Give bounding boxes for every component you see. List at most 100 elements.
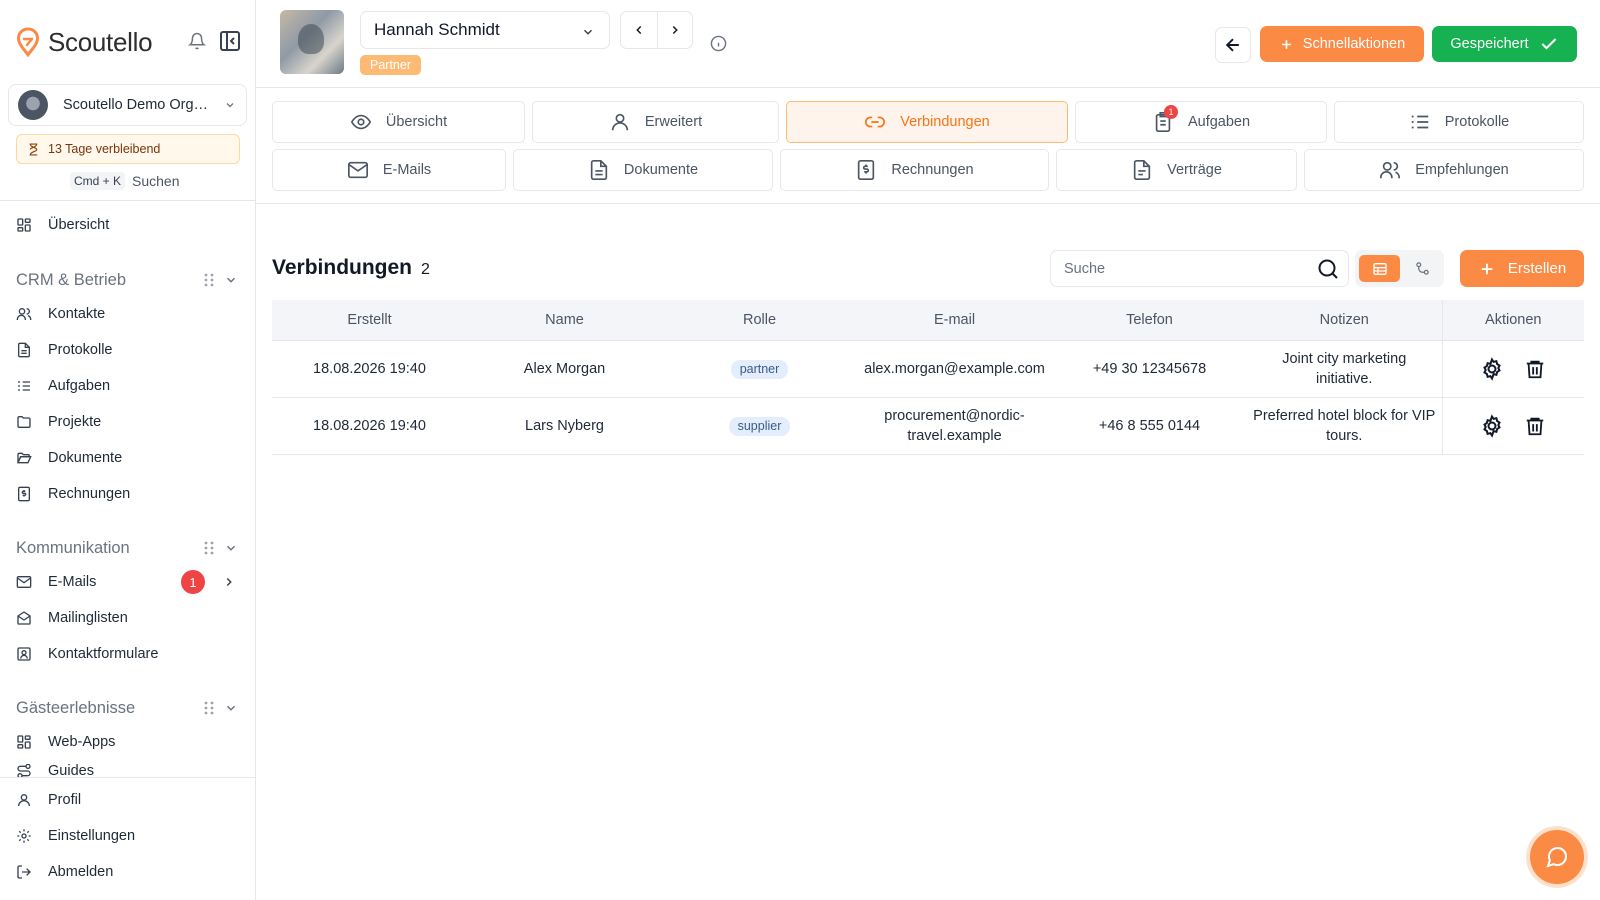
quick-actions-button[interactable]: Schnellaktionen [1260, 26, 1424, 62]
logo[interactable]: Scoutello [16, 22, 242, 62]
sidebar-item-logs[interactable]: Protokolle [16, 336, 242, 364]
trash-icon[interactable] [1524, 357, 1546, 381]
chevron-down-icon[interactable] [224, 541, 238, 555]
cell-email: procurement@nordic-travel.example [857, 397, 1052, 455]
column-header-name[interactable]: Name [467, 300, 662, 341]
tab-label: Rechnungen [891, 162, 974, 178]
back-button[interactable] [1215, 27, 1251, 63]
sidebar-item-emails[interactable]: E-Mails 1 [16, 568, 242, 596]
chevron-right-icon[interactable] [222, 575, 236, 589]
tab-emails[interactable]: E-Mails [272, 149, 506, 191]
sidebar-item-label: Profil [48, 792, 82, 808]
tab-invoices[interactable]: Rechnungen [780, 149, 1049, 191]
users-icon [1379, 159, 1401, 181]
sidebar-item-label: Kontakte [48, 306, 106, 322]
sidebar-item-documents[interactable]: Dokumente [16, 444, 242, 472]
graph-view-button[interactable] [1405, 255, 1439, 282]
column-header-created[interactable]: Erstellt [272, 300, 467, 341]
cell-notes: Preferred hotel block for VIP tours. [1247, 397, 1442, 455]
column-header-email[interactable]: E-mail [857, 300, 1052, 341]
bell-icon[interactable] [188, 32, 206, 50]
sidebar-collapse-icon[interactable] [218, 29, 242, 53]
route-icon [16, 764, 32, 777]
table-icon [1372, 261, 1388, 277]
section-communication[interactable]: Kommunikation [16, 535, 242, 561]
trial-banner[interactable]: 13 Tage verbleibend [16, 134, 240, 164]
prev-record-button[interactable] [621, 12, 657, 48]
sidebar-item-invoices[interactable]: Rechnungen [16, 480, 242, 508]
settings-icon[interactable] [1480, 413, 1504, 438]
org-switcher[interactable]: Scoutello Demo Org… [8, 84, 247, 126]
sidebar-item-settings[interactable]: Einstellungen [16, 822, 242, 850]
sidebar-item-projects[interactable]: Projekte [16, 408, 242, 436]
contact-card-icon [16, 646, 32, 662]
info-icon[interactable] [710, 35, 727, 52]
column-header-role[interactable]: Rolle [662, 300, 857, 341]
column-header-phone[interactable]: Telefon [1052, 300, 1247, 341]
saved-button[interactable]: Gespeichert [1432, 26, 1577, 62]
org-name: Scoutello Demo Org… [63, 97, 209, 113]
app-name: Scoutello [48, 26, 153, 57]
table-row[interactable]: 18.08.2026 19:40 Lars Nyberg supplier pr… [272, 397, 1584, 455]
contact-name: Hannah Schmidt [374, 20, 500, 39]
tab-contracts[interactable]: Verträge [1056, 149, 1297, 191]
drag-handle-icon[interactable] [204, 540, 214, 556]
tab-extended[interactable]: Erweitert [532, 101, 779, 143]
search-shortcut[interactable]: Cmd + K Suchen [70, 172, 180, 190]
folder-icon [16, 414, 32, 430]
create-label: Erstellen [1507, 260, 1567, 277]
cell-phone: +46 8 555 0144 [1052, 397, 1247, 455]
section-heading: Verbindungen 2 [272, 256, 430, 280]
column-header-notes[interactable]: Notizen [1247, 300, 1442, 341]
search-icon[interactable] [1316, 257, 1340, 281]
tab-tasks[interactable]: 1 Aufgaben [1075, 101, 1327, 143]
grid-icon [16, 734, 32, 750]
connections-table: Erstellt Name Rolle E-mail Telefon Notiz… [272, 300, 1584, 455]
section-guest-experiences[interactable]: Gästeerlebnisse [16, 695, 242, 721]
chevron-down-icon[interactable] [224, 273, 238, 287]
drag-handle-icon[interactable] [204, 272, 214, 288]
tab-connections[interactable]: Verbindungen [786, 101, 1068, 143]
divider [0, 200, 256, 201]
sidebar-item-label: Projekte [48, 414, 102, 430]
users-icon [16, 306, 32, 322]
tab-referrals[interactable]: Empfehlungen [1304, 149, 1584, 191]
sidebar-item-label: Web-Apps [48, 734, 116, 750]
tab-overview[interactable]: Übersicht [272, 101, 525, 143]
sidebar-item-tasks[interactable]: Aufgaben [16, 372, 242, 400]
sidebar-item-web-apps[interactable]: Web-Apps [16, 728, 242, 756]
table-view-button[interactable] [1359, 255, 1400, 282]
plus-icon [1478, 260, 1508, 278]
section-crm[interactable]: CRM & Betrieb [16, 267, 242, 293]
sidebar-item-label: Guides [48, 764, 94, 777]
tab-logs[interactable]: Protokolle [1334, 101, 1584, 143]
trash-icon[interactable] [1524, 414, 1546, 438]
next-record-button[interactable] [656, 12, 693, 48]
clipboard-list-icon: 1 [1152, 105, 1178, 133]
sidebar-item-overview[interactable]: Übersicht [16, 211, 242, 239]
sidebar-item-logout[interactable]: Abmelden [16, 858, 242, 886]
file-text-icon [16, 342, 32, 358]
chevron-down-icon[interactable] [224, 701, 238, 715]
sidebar-item-contacts[interactable]: Kontakte [16, 300, 242, 328]
create-button[interactable]: Erstellen [1460, 250, 1584, 287]
sidebar-item-guides[interactable]: Guides [16, 764, 242, 777]
table-row[interactable]: 18.08.2026 19:40 Alex Morgan partner ale… [272, 340, 1584, 398]
drag-handle-icon[interactable] [204, 700, 214, 716]
sidebar-item-profile[interactable]: Profil [16, 786, 242, 814]
search-input[interactable] [1064, 251, 1304, 286]
contact-selector[interactable]: Hannah Schmidt [360, 11, 610, 49]
sidebar-item-mailing-lists[interactable]: Mailinglisten [16, 604, 242, 632]
tab-label: Aufgaben [1187, 114, 1251, 130]
sidebar-item-contact-forms[interactable]: Kontaktformulare [16, 640, 242, 668]
tab-label: E-Mails [382, 162, 432, 178]
chat-button[interactable] [1530, 830, 1584, 884]
gear-icon [16, 828, 32, 844]
arrow-left-icon [1223, 35, 1243, 55]
sidebar-item-label: Abmelden [48, 864, 114, 880]
settings-icon[interactable] [1480, 356, 1504, 381]
sidebar-item-label: Dokumente [48, 450, 123, 466]
contact-photo[interactable] [280, 10, 344, 74]
tab-documents[interactable]: Dokumente [513, 149, 773, 191]
cell-actions [1441, 340, 1584, 398]
